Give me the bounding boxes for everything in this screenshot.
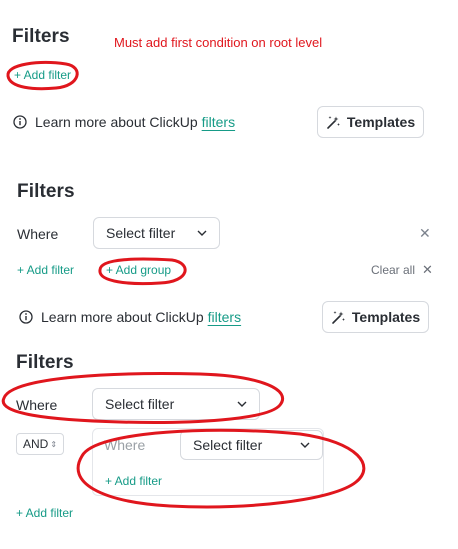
chevron-down-icon: [237, 401, 247, 407]
close-icon[interactable]: ✕: [419, 226, 431, 240]
panel2-learn-more: Learn more about ClickUp filters: [19, 309, 241, 325]
select-filter-value: Select filter: [193, 437, 263, 453]
filters-docs-link[interactable]: filters: [208, 309, 241, 325]
learn-more-text: Learn more about ClickUp: [41, 309, 204, 325]
close-icon: ✕: [422, 262, 433, 277]
select-filter-value: Select filter: [105, 396, 175, 412]
templates-button-label: Templates: [351, 309, 421, 325]
chevron-down-icon: [197, 230, 207, 236]
panel1-templates-button[interactable]: Templates: [317, 106, 424, 138]
magic-wand-icon: [327, 115, 340, 129]
templates-button-label: Templates: [346, 114, 416, 130]
panel2-templates-button[interactable]: Templates: [322, 301, 429, 333]
panel1-learn-more: Learn more about ClickUp filters: [13, 114, 235, 130]
info-icon: [19, 310, 33, 324]
panel3-where-label: Where: [16, 397, 58, 413]
operator-value: AND: [22, 437, 49, 451]
filters-docs-link[interactable]: filters: [202, 114, 235, 130]
panel2-where-label: Where: [17, 226, 59, 242]
panel2-add-group-link[interactable]: + Add group: [106, 263, 171, 277]
panel1-add-filter-link[interactable]: + Add filter: [14, 68, 71, 82]
clear-all-button[interactable]: Clear all ✕: [371, 262, 433, 278]
panel1-title: Filters: [12, 26, 70, 47]
annotation-note: Must add first condition on root level: [114, 35, 323, 50]
magic-wand-icon: [332, 310, 345, 324]
info-icon: [13, 115, 27, 129]
panel3-select-filter-dropdown[interactable]: Select filter: [92, 388, 260, 420]
clear-all-label: Clear all: [371, 263, 416, 277]
group-add-filter-link[interactable]: + Add filter: [105, 474, 162, 488]
updown-arrow-icon: ⇕: [50, 439, 58, 449]
panel2-add-filter-link[interactable]: + Add filter: [17, 263, 74, 277]
group-select-filter-dropdown[interactable]: Select filter: [180, 430, 323, 460]
learn-more-text: Learn more about ClickUp: [35, 114, 198, 130]
group-where-label: Where: [104, 437, 146, 453]
panel2-title: Filters: [17, 181, 75, 202]
screenshot-canvas: Filters Must add first condition on root…: [0, 0, 458, 549]
panel2-select-filter-dropdown[interactable]: Select filter: [93, 217, 220, 249]
chevron-down-icon: [300, 442, 310, 448]
select-filter-value: Select filter: [106, 225, 176, 241]
panel3-title: Filters: [16, 352, 74, 373]
logic-operator-select[interactable]: AND ⇕: [16, 433, 64, 455]
panel3-add-filter-link[interactable]: + Add filter: [16, 506, 73, 520]
